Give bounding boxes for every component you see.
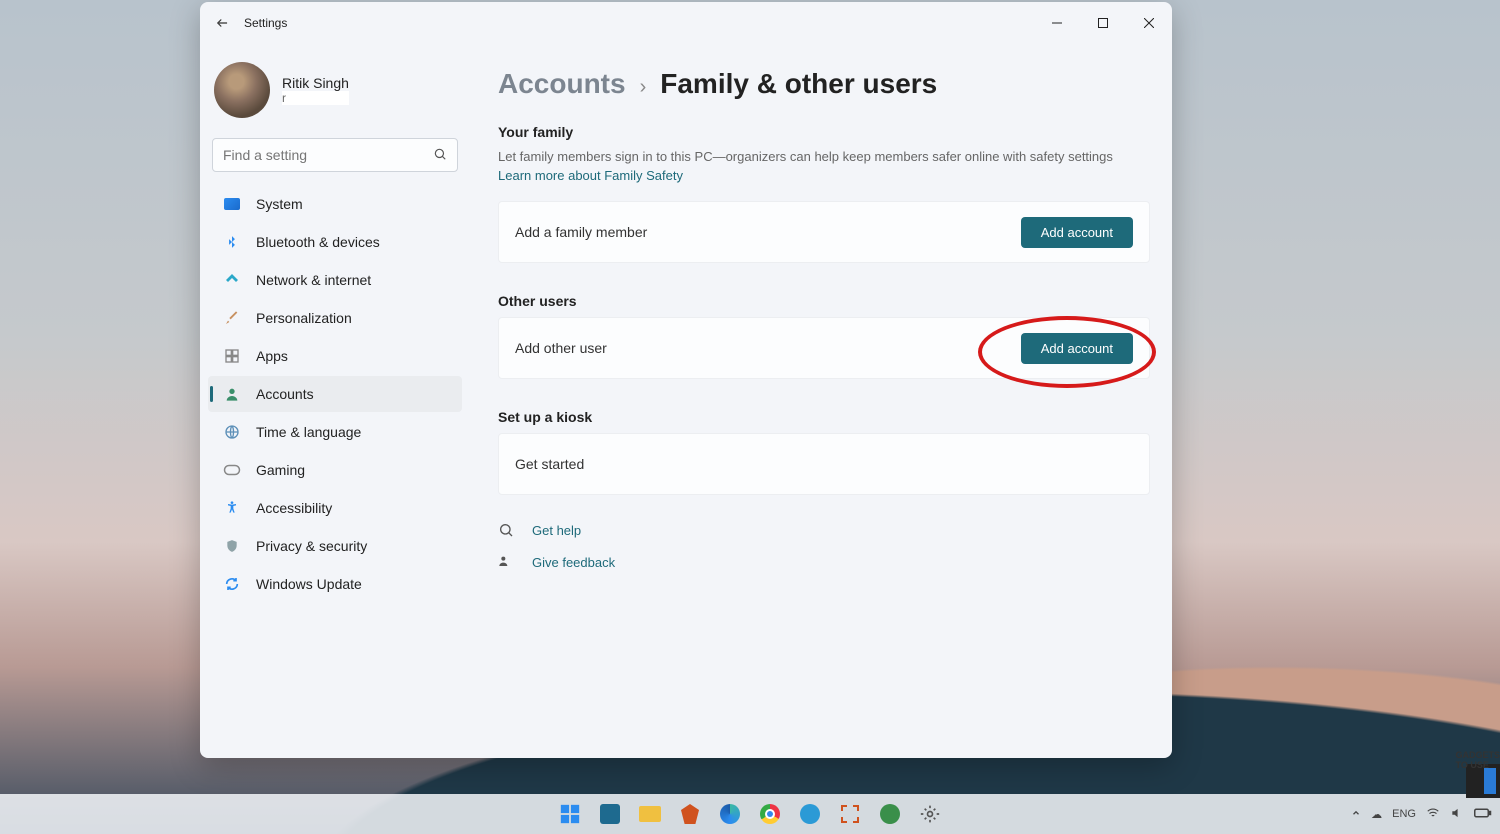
user-card[interactable]: Ritik Singh r <box>208 54 462 132</box>
sidebar-item-time[interactable]: Time & language <box>208 414 462 450</box>
sidebar-item-system[interactable]: System <box>208 186 462 222</box>
sidebar-item-label: Privacy & security <box>256 538 367 554</box>
help-link-label: Get help <box>532 523 581 538</box>
card-kiosk[interactable]: Get started <box>498 433 1150 495</box>
search-icon <box>433 147 447 164</box>
sidebar-item-label: Accounts <box>256 386 314 402</box>
feedback-link-label: Give feedback <box>532 555 615 570</box>
update-icon <box>222 574 242 594</box>
sidebar-item-accessibility[interactable]: Accessibility <box>208 490 462 526</box>
sidebar-item-update[interactable]: Windows Update <box>208 566 462 602</box>
systray-chevron-up-icon[interactable] <box>1351 808 1361 821</box>
breadcrumb: Accounts › Family & other users <box>498 68 1150 100</box>
section-title-other-users: Other users <box>498 293 1150 309</box>
sidebar-item-label: Windows Update <box>256 576 362 592</box>
section-title-kiosk: Set up a kiosk <box>498 409 1150 425</box>
systray-wifi-icon[interactable] <box>1426 806 1440 823</box>
monitor-icon <box>222 194 242 214</box>
sidebar-item-network[interactable]: Network & internet <box>208 262 462 298</box>
back-button[interactable] <box>214 14 232 32</box>
search-box[interactable] <box>212 138 458 172</box>
section-title-family: Your family <box>498 124 1150 140</box>
sidebar-item-label: Network & internet <box>256 272 371 288</box>
window-title: Settings <box>244 16 287 30</box>
taskbar-app-explorer[interactable] <box>633 797 667 831</box>
bluetooth-icon <box>222 232 242 252</box>
sidebar-item-accounts[interactable]: Accounts <box>208 376 462 412</box>
gamepad-icon <box>222 460 242 480</box>
chevron-right-icon: › <box>640 76 647 99</box>
taskbar: ☁ ENG <box>0 794 1500 834</box>
sidebar-item-bluetooth[interactable]: Bluetooth & devices <box>208 224 462 260</box>
accessibility-icon <box>222 498 242 518</box>
user-name: Ritik Singh <box>282 75 349 91</box>
taskbar-app-brave[interactable] <box>673 797 707 831</box>
sidebar-item-label: System <box>256 196 303 212</box>
watermark: GADGETS TO USE <box>1466 764 1500 798</box>
person-icon <box>222 384 242 404</box>
add-other-user-account-button[interactable]: Add account <box>1021 333 1133 364</box>
sidebar-item-gaming[interactable]: Gaming <box>208 452 462 488</box>
help-icon <box>498 521 516 539</box>
sidebar-item-apps[interactable]: Apps <box>208 338 462 374</box>
shield-icon <box>222 536 242 556</box>
link-learn-more-family[interactable]: Learn more about Family Safety <box>498 168 1150 183</box>
apps-icon <box>222 346 242 366</box>
card-add-family: Add a family member Add account <box>498 201 1150 263</box>
card-add-other-user: Add other user Add account <box>498 317 1150 379</box>
close-button[interactable] <box>1126 2 1172 44</box>
sidebar: Ritik Singh r System <box>200 44 470 758</box>
taskbar-app-generic2[interactable] <box>873 797 907 831</box>
sidebar-item-label: Time & language <box>256 424 361 440</box>
systray-battery-icon[interactable] <box>1474 807 1492 822</box>
systray-onedrive-icon[interactable]: ☁ <box>1371 808 1382 821</box>
taskbar-app-settings[interactable] <box>913 797 947 831</box>
language-indicator[interactable]: ENG <box>1392 808 1416 820</box>
maximize-button[interactable] <box>1080 2 1126 44</box>
section-desc-family: Let family members sign in to this PC—or… <box>498 148 1150 166</box>
card-label: Get started <box>515 456 584 472</box>
sidebar-item-label: Bluetooth & devices <box>256 234 380 250</box>
breadcrumb-root[interactable]: Accounts <box>498 68 626 100</box>
user-email: r <box>282 91 349 105</box>
titlebar: Settings <box>200 2 1172 44</box>
give-feedback-link[interactable]: Give feedback <box>498 553 1150 571</box>
start-button[interactable] <box>553 797 587 831</box>
taskbar-app-chrome[interactable] <box>753 797 787 831</box>
search-input[interactable] <box>223 147 433 163</box>
sidebar-item-label: Accessibility <box>256 500 332 516</box>
get-help-link[interactable]: Get help <box>498 521 1150 539</box>
page-title: Family & other users <box>660 68 937 100</box>
sidebar-item-label: Apps <box>256 348 288 364</box>
taskbar-app-store[interactable] <box>593 797 627 831</box>
sidebar-item-label: Personalization <box>256 310 352 326</box>
add-family-account-button[interactable]: Add account <box>1021 217 1133 248</box>
card-label: Add other user <box>515 340 607 356</box>
sidebar-item-label: Gaming <box>256 462 305 478</box>
avatar <box>214 62 270 118</box>
content-area: Accounts › Family & other users Your fam… <box>470 44 1172 758</box>
paintbrush-icon <box>222 308 242 328</box>
feedback-icon <box>498 553 516 571</box>
globe-clock-icon <box>222 422 242 442</box>
taskbar-app-telegram[interactable] <box>793 797 827 831</box>
watermark-text: GADGETS TO USE <box>1455 750 1500 770</box>
minimize-button[interactable] <box>1034 2 1080 44</box>
systray-volume-icon[interactable] <box>1450 806 1464 823</box>
sidebar-nav: System Bluetooth & devices Network & int… <box>208 186 462 602</box>
card-label: Add a family member <box>515 224 647 240</box>
sidebar-item-personalization[interactable]: Personalization <box>208 300 462 336</box>
wifi-icon <box>222 270 242 290</box>
settings-window: Settings Ritik Singh r <box>200 2 1172 758</box>
taskbar-app-edge[interactable] <box>713 797 747 831</box>
taskbar-app-generic1[interactable] <box>833 797 867 831</box>
sidebar-item-privacy[interactable]: Privacy & security <box>208 528 462 564</box>
